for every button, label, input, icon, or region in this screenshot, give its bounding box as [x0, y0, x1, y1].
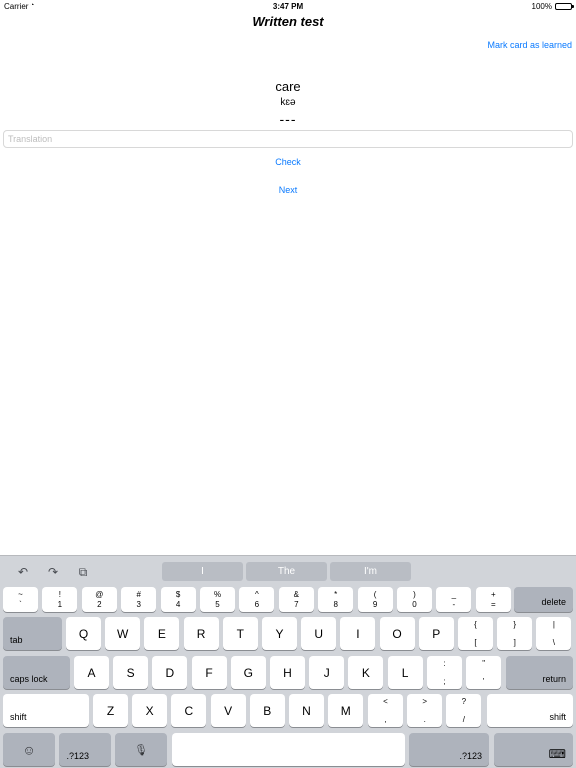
status-bar: Carrier ◔ 3:47 PM 100%	[0, 0, 576, 12]
letter-key[interactable]: S	[113, 656, 149, 689]
letter-key[interactable]: F	[191, 656, 227, 689]
undo-icon[interactable]: ↶	[14, 565, 32, 579]
mic-key[interactable]: 🎙	[115, 733, 167, 766]
emoji-icon: ☺	[22, 742, 36, 757]
keyboard-hide-icon: ⌨	[548, 747, 566, 761]
letter-key[interactable]: A	[74, 656, 109, 689]
symbol-key[interactable]: " '	[466, 656, 502, 689]
letter-key[interactable]: W	[105, 617, 141, 650]
page-title: Written test	[252, 14, 324, 29]
paste-icon[interactable]: ⧉	[74, 565, 92, 579]
redo-icon[interactable]: ↷	[44, 565, 62, 579]
suggestion-2[interactable]: The	[246, 562, 327, 581]
battery-icon	[555, 3, 574, 10]
letter-key[interactable]: L	[387, 656, 423, 689]
symbol-key[interactable]: {[	[458, 617, 493, 650]
number-key-8[interactable]: * 8	[318, 587, 354, 612]
letter-key[interactable]: C	[171, 694, 207, 727]
numeric-right-key[interactable]: .?123	[409, 733, 489, 766]
letter-key[interactable]: V	[210, 694, 246, 727]
next-button[interactable]: Next	[0, 185, 576, 195]
symbol-key[interactable]: :;	[427, 656, 462, 689]
return-key[interactable]: return	[506, 656, 573, 689]
number-key-11[interactable]: _ -	[436, 587, 472, 612]
symbol-key[interactable]: ? /	[446, 694, 482, 727]
number-key-10[interactable]: ) 0	[397, 587, 432, 612]
clock: 3:47 PM	[272, 2, 304, 11]
letter-key[interactable]: Q	[66, 617, 101, 650]
card-mask: ---	[279, 111, 297, 127]
emoji-key[interactable]: ☺	[3, 733, 55, 766]
letter-key[interactable]: J	[309, 656, 345, 689]
space-key[interactable]	[172, 733, 405, 766]
microphone-icon: 🎙	[134, 744, 148, 756]
check-button[interactable]: Check	[0, 157, 576, 167]
number-key-2[interactable]: @2	[81, 587, 117, 612]
suggestion-bar: ↶ ↷ ⧉ I The I'm	[0, 556, 576, 586]
symbol-key[interactable]: <,	[368, 694, 403, 727]
letter-key[interactable]: H	[270, 656, 305, 689]
mark-learned-button[interactable]: Mark card as learned	[487, 40, 572, 50]
letter-key[interactable]: P	[418, 617, 454, 650]
letter-key[interactable]: N	[289, 694, 324, 727]
card-phonetic: kɛə	[280, 97, 296, 108]
symbol-key[interactable]: | \	[536, 617, 572, 650]
caps-lock-key[interactable]: caps lock	[3, 656, 70, 689]
number-key-9[interactable]: (9	[357, 587, 393, 612]
letter-key[interactable]: T	[222, 617, 258, 650]
delete-key[interactable]: delete	[514, 587, 573, 612]
translation-input[interactable]	[3, 130, 573, 148]
letter-key[interactable]: O	[379, 617, 415, 650]
number-key-6[interactable]: ^ 6	[239, 587, 275, 612]
number-key-0[interactable]: ~ `	[3, 587, 38, 612]
letter-key[interactable]: D	[152, 656, 188, 689]
battery-percent: 100%	[531, 2, 552, 11]
card-word: care	[275, 79, 301, 94]
letter-key[interactable]: Y	[262, 617, 297, 650]
number-key-5[interactable]: % 5	[200, 587, 235, 612]
symbol-key[interactable]: >.	[407, 694, 443, 727]
hide-keyboard-key[interactable]: ⌨	[494, 733, 573, 766]
letter-key[interactable]: B	[249, 694, 285, 727]
letter-key[interactable]: Z	[93, 694, 128, 727]
suggestion-1[interactable]: I	[162, 562, 243, 581]
number-key-3[interactable]: #3	[121, 587, 157, 612]
numeric-left-key[interactable]: .?123	[59, 733, 111, 766]
letter-key[interactable]: K	[348, 656, 384, 689]
number-key-1[interactable]: ! 1	[42, 587, 78, 612]
number-key-7[interactable]: & 7	[278, 587, 314, 612]
letter-key[interactable]: E	[144, 617, 180, 650]
letter-key[interactable]: X	[132, 694, 168, 727]
number-key-4[interactable]: $4	[160, 587, 196, 612]
shift-right-key[interactable]: shift	[487, 694, 573, 727]
keyboard: ↶ ↷ ⧉ I The I'm delete tab caps lock ret…	[0, 555, 576, 768]
tab-key[interactable]: tab	[3, 617, 62, 650]
letter-key[interactable]: U	[301, 617, 337, 650]
letter-key[interactable]: I	[340, 617, 376, 650]
symbol-key[interactable]: }]	[497, 617, 533, 650]
suggestion-3[interactable]: I'm	[330, 562, 411, 581]
shift-left-key[interactable]: shift	[3, 694, 89, 727]
letter-key[interactable]: G	[230, 656, 266, 689]
letter-key[interactable]: R	[183, 617, 219, 650]
number-key-12[interactable]: + =	[475, 587, 511, 612]
letter-key[interactable]: M	[328, 694, 364, 727]
